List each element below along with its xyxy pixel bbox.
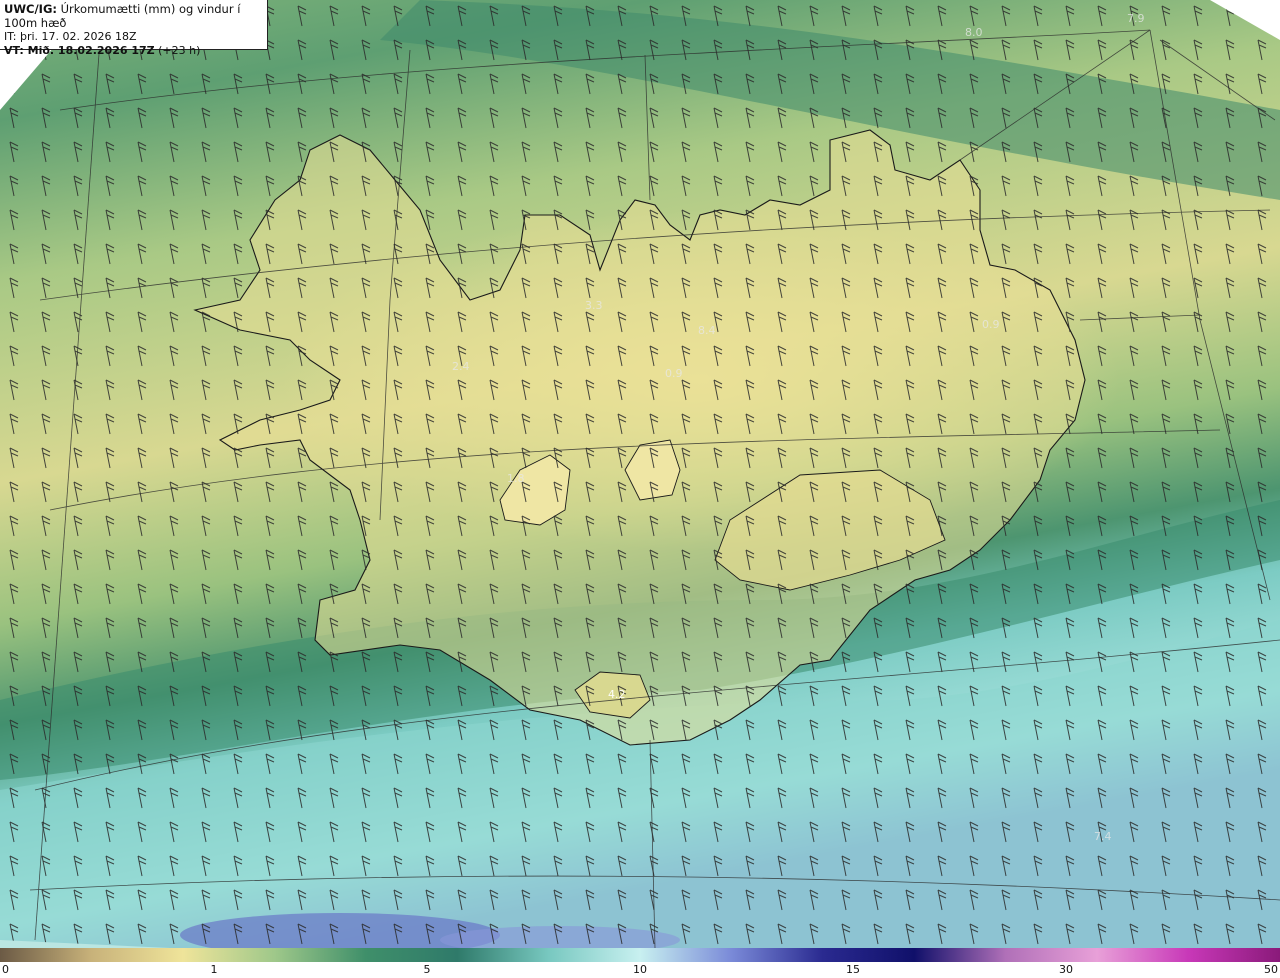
map-value-label: 8.0 [965, 26, 983, 39]
colorbar-tick-label: 30 [1059, 963, 1073, 976]
map-value-label: 7.9 [1127, 12, 1145, 25]
colorbar-tick-label: 10 [633, 963, 647, 976]
colorbar-tick-label: 15 [846, 963, 860, 976]
map-info-box: UWC/IG: Úrkomumætti (mm) og vindur í 100… [0, 0, 268, 57]
map-value-label: 0.9 [982, 318, 1000, 331]
init-time: IT: þri. 17. 02. 2026 18Z [4, 30, 137, 43]
lead-time: (+23 h) [154, 44, 201, 57]
title-line: UWC/IG: Úrkomumætti (mm) og vindur í 100… [4, 2, 263, 30]
colorbar [0, 948, 1280, 962]
map-value-label: 2.4 [452, 360, 470, 373]
map-value-label: 7.4 [1094, 830, 1112, 843]
colorbar-tick-label: 0 [2, 963, 9, 976]
map-value-label: 0.9 [665, 367, 683, 380]
map-value-label: 3.3 [585, 299, 603, 312]
map-value-label: 1.8 [507, 472, 525, 485]
colorbar-tick-label: 5 [423, 963, 431, 976]
wind-barbs [0, 0, 1280, 948]
map-value-label: 8.4 [698, 324, 716, 337]
model-name: UWC/IG: [4, 2, 57, 16]
colorbar-labels: 0 1 5 10 15 30 50 [0, 962, 1280, 978]
colorbar-tick-label: 50 [1264, 963, 1278, 976]
map-value-label: 4.2 [608, 688, 626, 701]
valid-time: VT: Mið. 18.02.2026 17Z [4, 44, 155, 57]
precipitation-wind-map: 8.0 7.9 3.3 2.4 8.4 0.9 0.9 1.8 4.2 7.4 [0, 0, 1280, 948]
valid-time-line: VT: Mið. 18.02.2026 17Z (+23 h) [4, 44, 263, 58]
colorbar-tick-label: 1 [210, 963, 218, 976]
